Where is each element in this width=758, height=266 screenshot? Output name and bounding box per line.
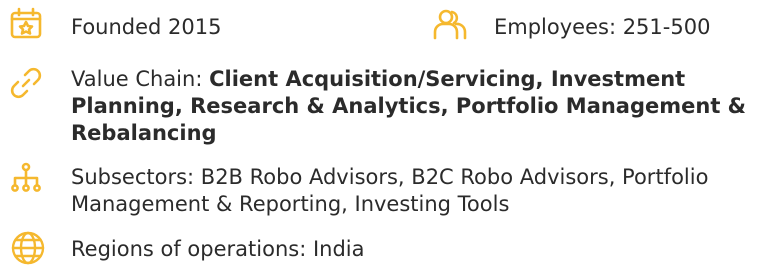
- founded-label: Founded 2015: [71, 15, 222, 39]
- value-chain-text: Value Chain: Client Acquisition/Servicin…: [71, 66, 751, 147]
- people-icon: [432, 6, 468, 42]
- value-chain-prefix: Value Chain:: [71, 67, 210, 91]
- subsectors-text: Subsectors: B2B Robo Advisors, B2C Robo …: [71, 165, 709, 216]
- link-icon: [8, 65, 44, 101]
- calendar-star-icon: [8, 6, 44, 42]
- org-chart-icon: [8, 160, 44, 196]
- employees-label: Employees: 251-500: [494, 15, 711, 39]
- regions-label: Regions of operations: India: [71, 237, 365, 261]
- globe-icon: [10, 230, 46, 266]
